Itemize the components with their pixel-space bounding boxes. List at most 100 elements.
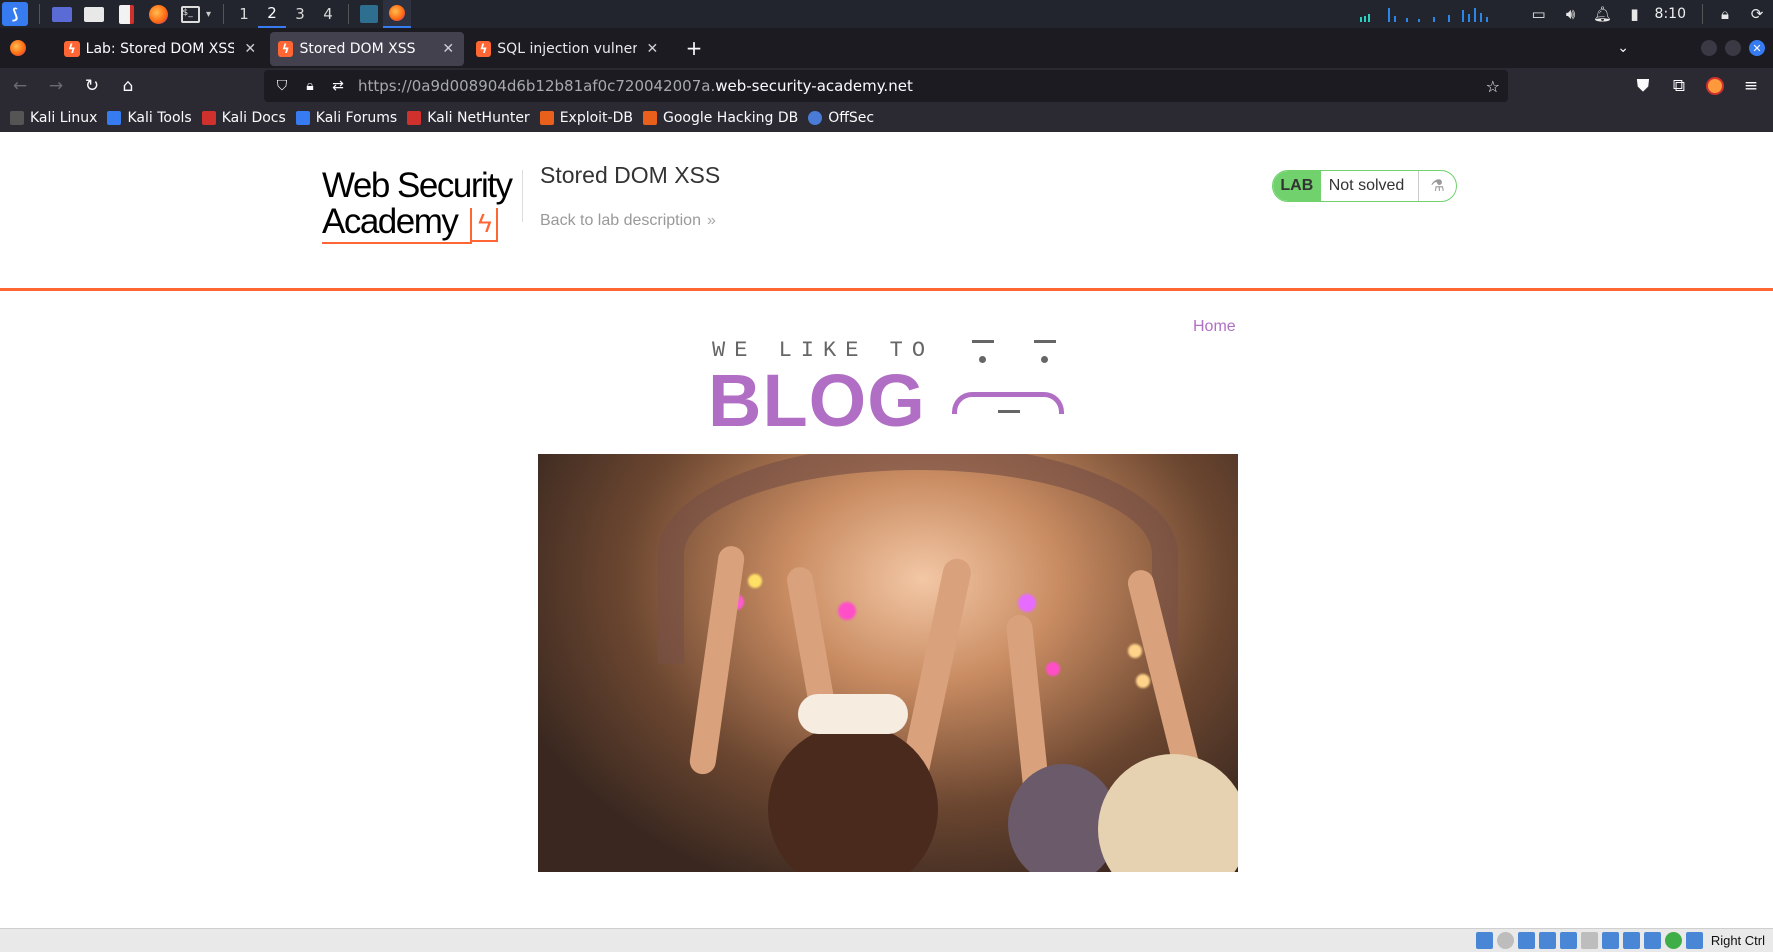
clock[interactable]: 8:10 [1655,6,1686,22]
display-icon[interactable] [1601,932,1619,949]
banner-title: BLOG [708,359,926,442]
usb-icon[interactable] [1559,932,1577,949]
file-manager-icon[interactable] [83,3,105,25]
lab-status-widget: LAB Not solved ⚗ [1272,170,1457,202]
extensions-icon[interactable]: ⧉ [1663,70,1695,102]
navigation-bar: ← → ↻ ⌂ ⛉ 🔒︎ ⇄ https://0a9d008904d6b12b8… [0,68,1773,104]
tab-title: SQL injection vulnerability [497,41,637,57]
account-icon[interactable] [1699,70,1731,102]
volume-icon[interactable]: 🔊︎ [1555,5,1587,23]
lock-icon[interactable]: 🔒︎ [296,78,324,94]
workspace-3[interactable]: 3 [286,0,314,28]
task-burp-icon[interactable] [355,0,383,28]
home-link[interactable]: Home [1193,318,1236,336]
text-editor-icon[interactable] [115,3,137,25]
display-icon[interactable]: ▭ [1523,5,1555,23]
url-host: web-security-academy.net [715,77,913,95]
cpu-icon[interactable] [1643,932,1661,949]
blog-post-image[interactable] [538,454,1238,872]
lab-status-text: Not solved [1328,177,1405,194]
tab-title: Stored DOM XSS [299,41,416,57]
bookmark-offsec[interactable]: OffSec [808,110,874,126]
web-security-academy-logo[interactable]: Web Security Academy [322,168,522,246]
minimize-window-icon[interactable] [1701,40,1717,56]
pocket-icon[interactable]: ⛊ [1627,70,1659,102]
logo-underline [322,242,472,244]
virtualbox-status-bar: Right Ctrl [0,928,1773,952]
menu-icon[interactable]: ≡ [1735,70,1767,102]
tab-lab-description[interactable]: ϟ Lab: Stored DOM XSS | W ✕ [56,32,266,66]
close-icon[interactable]: ✕ [441,41,456,57]
bookmark-kali-nethunter[interactable]: Kali NetHunter [407,110,530,126]
shared-folders-icon[interactable] [1580,932,1598,949]
tracking-protection-icon[interactable]: ⛉ [268,78,296,94]
cpu-graph [1358,4,1493,24]
list-all-tabs-icon[interactable]: ⌄ [1617,40,1629,56]
url-bar[interactable]: ⛉ 🔒︎ ⇄ https://0a9d008904d6b12b81af0c720… [264,70,1508,102]
bookmark-kali-tools[interactable]: Kali Tools [107,110,192,126]
permissions-icon[interactable]: ⇄ [324,78,352,94]
close-window-icon[interactable]: ✕ [1749,40,1765,56]
offsec-icon [808,111,823,125]
panel-separator [1702,4,1703,24]
audio-icon[interactable] [1517,932,1535,949]
bookmark-star-icon[interactable]: ☆ [1486,77,1500,96]
reload-icon[interactable]: ↻ [76,70,108,102]
portswigger-favicon-icon: ϟ [278,41,294,57]
bookmark-kali-linux[interactable]: Kali Linux [10,110,97,126]
bookmark-label: Exploit-DB [559,110,633,126]
bookmark-kali-docs[interactable]: Kali Docs [201,110,286,126]
power-icon[interactable]: ⟳ [1741,5,1773,23]
lab-title: Stored DOM XSS [540,162,721,188]
bookmark-label: Kali Docs [221,110,286,126]
workspace-4[interactable]: 4 [314,0,342,28]
desktop-icon[interactable] [51,3,73,25]
bookmark-google-hacking-db[interactable]: Google Hacking DB [642,110,798,126]
header-divider [522,170,523,222]
hard-disk-icon[interactable] [1475,932,1493,949]
kali-forums-icon [295,111,310,125]
optical-drive-icon[interactable] [1496,932,1514,949]
url-text[interactable]: https://0a9d008904d6b12b81af0c720042007a… [358,77,913,95]
ghdb-icon [642,111,657,125]
home-icon[interactable]: ⌂ [112,70,144,102]
lock-icon[interactable]: 🔒︎ [1709,5,1741,23]
nethunter-icon [407,111,422,125]
firefox-launcher-icon[interactable] [147,3,169,25]
bookmark-kali-forums[interactable]: Kali Forums [295,110,398,126]
workspace-1[interactable]: 1 [230,0,258,28]
flask-icon: ⚗ [1418,171,1456,201]
lab-badge: LAB [1273,171,1321,201]
bookmark-label: Kali Tools [127,110,192,126]
notifications-icon[interactable]: 🔔︎ [1587,5,1619,23]
new-tab-icon[interactable]: + [682,36,706,60]
logo-line-1: Web Security [322,166,513,205]
guest-additions-icon[interactable] [1664,932,1682,949]
chevron-down-icon[interactable]: ▾ [206,9,211,20]
close-icon[interactable]: ✕ [645,41,660,57]
firefox-view-icon[interactable] [10,40,26,56]
close-icon[interactable]: ✕ [242,41,258,57]
terminal-icon[interactable]: $_ [179,3,201,25]
task-firefox-icon[interactable] [383,0,412,28]
tab-stored-dom-xss[interactable]: ϟ Stored DOM XSS ✕ [270,32,464,66]
back-to-lab-description-link[interactable]: Back to lab description » [540,212,716,230]
bookmark-exploit-db[interactable]: Exploit-DB [539,110,633,126]
workspace-2[interactable]: 2 [258,0,287,28]
blog-banner: WE LIKE TO BLOG [708,336,1068,442]
kali-docs-icon [201,111,216,125]
back-link-label: Back to lab description [540,212,701,229]
video-capture-icon[interactable] [1622,932,1640,949]
tab-bar: ϟ Lab: Stored DOM XSS | W ✕ ϟ Stored DOM… [0,28,1773,68]
battery-icon[interactable]: ▮ [1619,5,1651,23]
forward-icon[interactable]: → [40,70,72,102]
kali-menu-icon[interactable]: ⟆ [2,2,28,26]
back-icon[interactable]: ← [4,70,36,102]
tab-sql-injection[interactable]: ϟ SQL injection vulnerability ✕ [468,32,668,66]
mouse-integration-icon[interactable] [1685,932,1703,949]
network-icon[interactable] [1538,932,1556,949]
maximize-window-icon[interactable] [1725,40,1741,56]
bookmark-label: Kali Forums [315,110,398,126]
host-key-label: Right Ctrl [1710,933,1765,948]
double-chevron-right-icon: » [706,212,716,229]
